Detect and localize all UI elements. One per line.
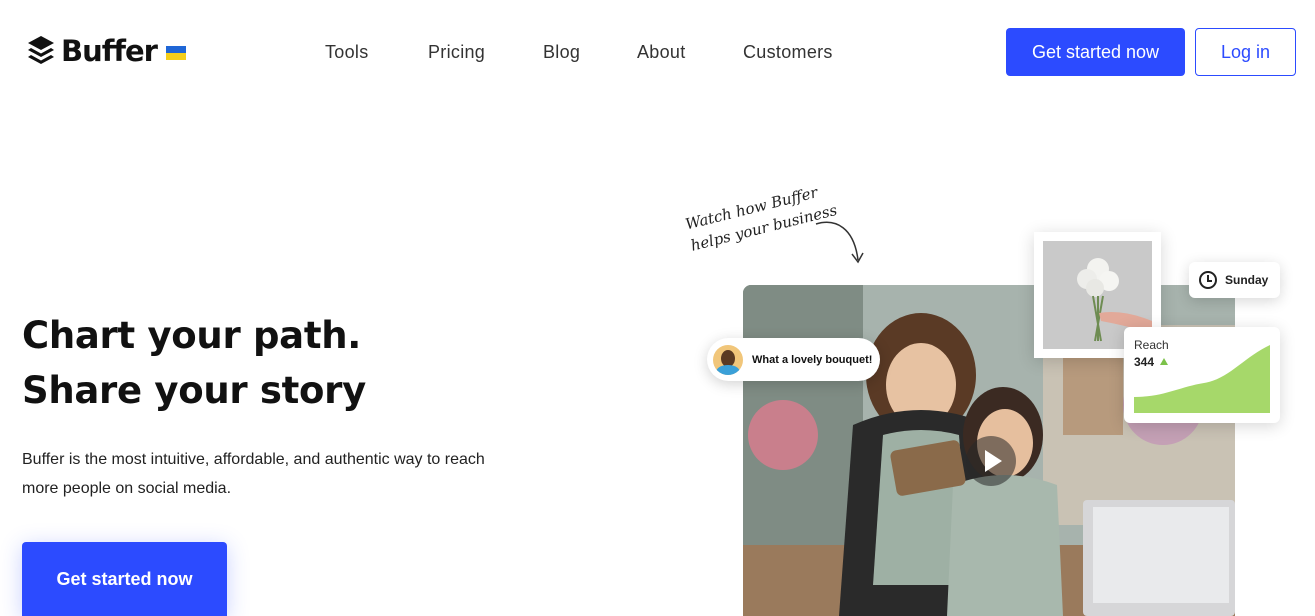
schedule-day: Sunday bbox=[1225, 273, 1269, 287]
buffer-logo-icon bbox=[28, 36, 54, 64]
play-icon bbox=[985, 450, 1002, 472]
nav-item-blog[interactable]: Blog bbox=[543, 41, 580, 63]
logo[interactable]: Buffer bbox=[27, 34, 186, 68]
ukraine-flag-icon bbox=[165, 46, 186, 60]
headline-line-1: Chart your path. bbox=[22, 314, 362, 357]
clock-icon bbox=[1199, 271, 1217, 289]
headline-line-2: Share your story bbox=[22, 369, 366, 412]
nav-item-pricing[interactable]: Pricing bbox=[428, 41, 485, 63]
handwritten-caption: Watch how Buffer helps your business bbox=[683, 180, 838, 257]
hero-subtext: Buffer is the most intuitive, affordable… bbox=[22, 451, 485, 497]
nav-item-tools[interactable]: Tools bbox=[325, 41, 369, 63]
nav-item-customers[interactable]: Customers bbox=[743, 41, 833, 63]
schedule-day-chip: Sunday bbox=[1189, 262, 1280, 298]
get-started-button[interactable]: Get started now bbox=[1006, 28, 1185, 76]
trend-up-icon bbox=[1160, 358, 1168, 365]
play-button[interactable] bbox=[966, 436, 1016, 486]
brand-name: Buffer bbox=[61, 34, 158, 68]
curved-arrow-icon bbox=[815, 221, 864, 264]
reach-area-chart bbox=[1134, 345, 1270, 413]
reach-value: 344 bbox=[1134, 355, 1155, 369]
login-button[interactable]: Log in bbox=[1195, 28, 1296, 76]
reach-stats-card: Reach 344 bbox=[1124, 327, 1280, 423]
nav-item-about[interactable]: About bbox=[637, 41, 686, 63]
comment-text: What a lovely bouquet! bbox=[752, 353, 873, 366]
comment-bubble: What a lovely bouquet! bbox=[707, 338, 880, 381]
reach-label: Reach bbox=[1134, 338, 1169, 352]
hero-headline: Chart your path. Share your story bbox=[22, 308, 366, 418]
hero-get-started-button[interactable]: Get started now bbox=[22, 542, 227, 616]
avatar bbox=[713, 344, 743, 375]
